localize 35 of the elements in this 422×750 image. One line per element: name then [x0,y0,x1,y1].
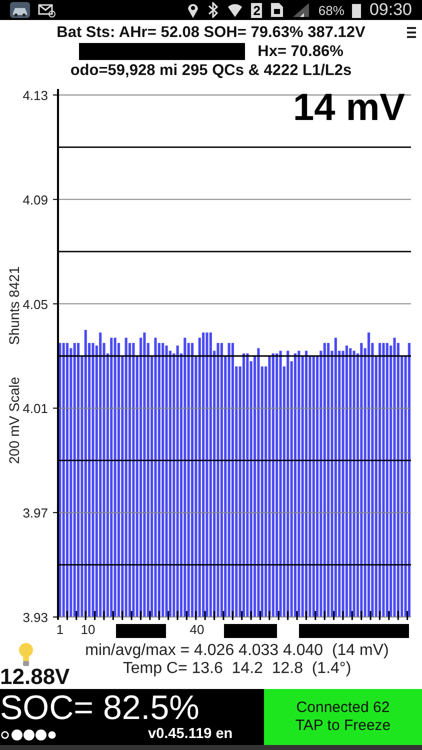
cell-voltage-summary: min/avg/max = 4.026 4.033 4.040 (14 mV) [85,642,389,660]
hx-reading: Hx= 70.86% [258,42,344,60]
battery-percent: 68% [318,2,344,18]
app-version: v0.45.119 en [148,726,233,742]
y-tick-label: 3.97 [22,506,48,521]
shunts-count: Shunts 8421 [6,266,22,345]
state-of-charge: SOC= 82.5% [0,690,200,726]
car-photo-icon [10,2,30,18]
battery-status-line: Bat Sts: AHr= 52.08 SOH= 79.63% 387.12V [56,24,366,42]
battery-icon [352,2,362,18]
y-tick-label: 4.01 [22,401,48,416]
odometer-line: odo=59,928 mi 295 QCs & 4222 L1/L2s [70,62,352,80]
x-tick-label: 10 [80,622,96,637]
y-tick-label: 3.93 [22,610,48,625]
menu-icon[interactable] [407,27,416,38]
dots-icon [1,729,56,741]
aux-battery-voltage: 12.88V [0,666,70,688]
signal-icon [292,2,310,18]
wifi-icon [227,2,244,18]
x-tick-label: 1 [56,622,64,637]
light-bulb-icon[interactable] [17,642,35,667]
freeze-button[interactable]: Connected 62 TAP to Freeze [264,689,422,745]
temperature-summary: Temp C= 13.6 14.2 12.8 (1.4°) [122,660,352,678]
spread-reading: 14 mV [293,87,405,129]
x-tick-label: 40 [190,622,204,637]
axis-label: 200 mV Scale [6,376,22,464]
mail-icon [38,2,56,18]
clock-time: 09:30 [369,0,412,20]
redaction-bar [224,624,277,638]
y-tick-label: 4.09 [22,192,48,208]
y-tick-label: 4.13 [22,88,48,103]
y-tick-label: 4.05 [22,296,48,312]
redaction-bar [116,624,166,638]
bluetooth-icon [207,2,220,18]
sim-slot-number: 2 [251,2,262,18]
